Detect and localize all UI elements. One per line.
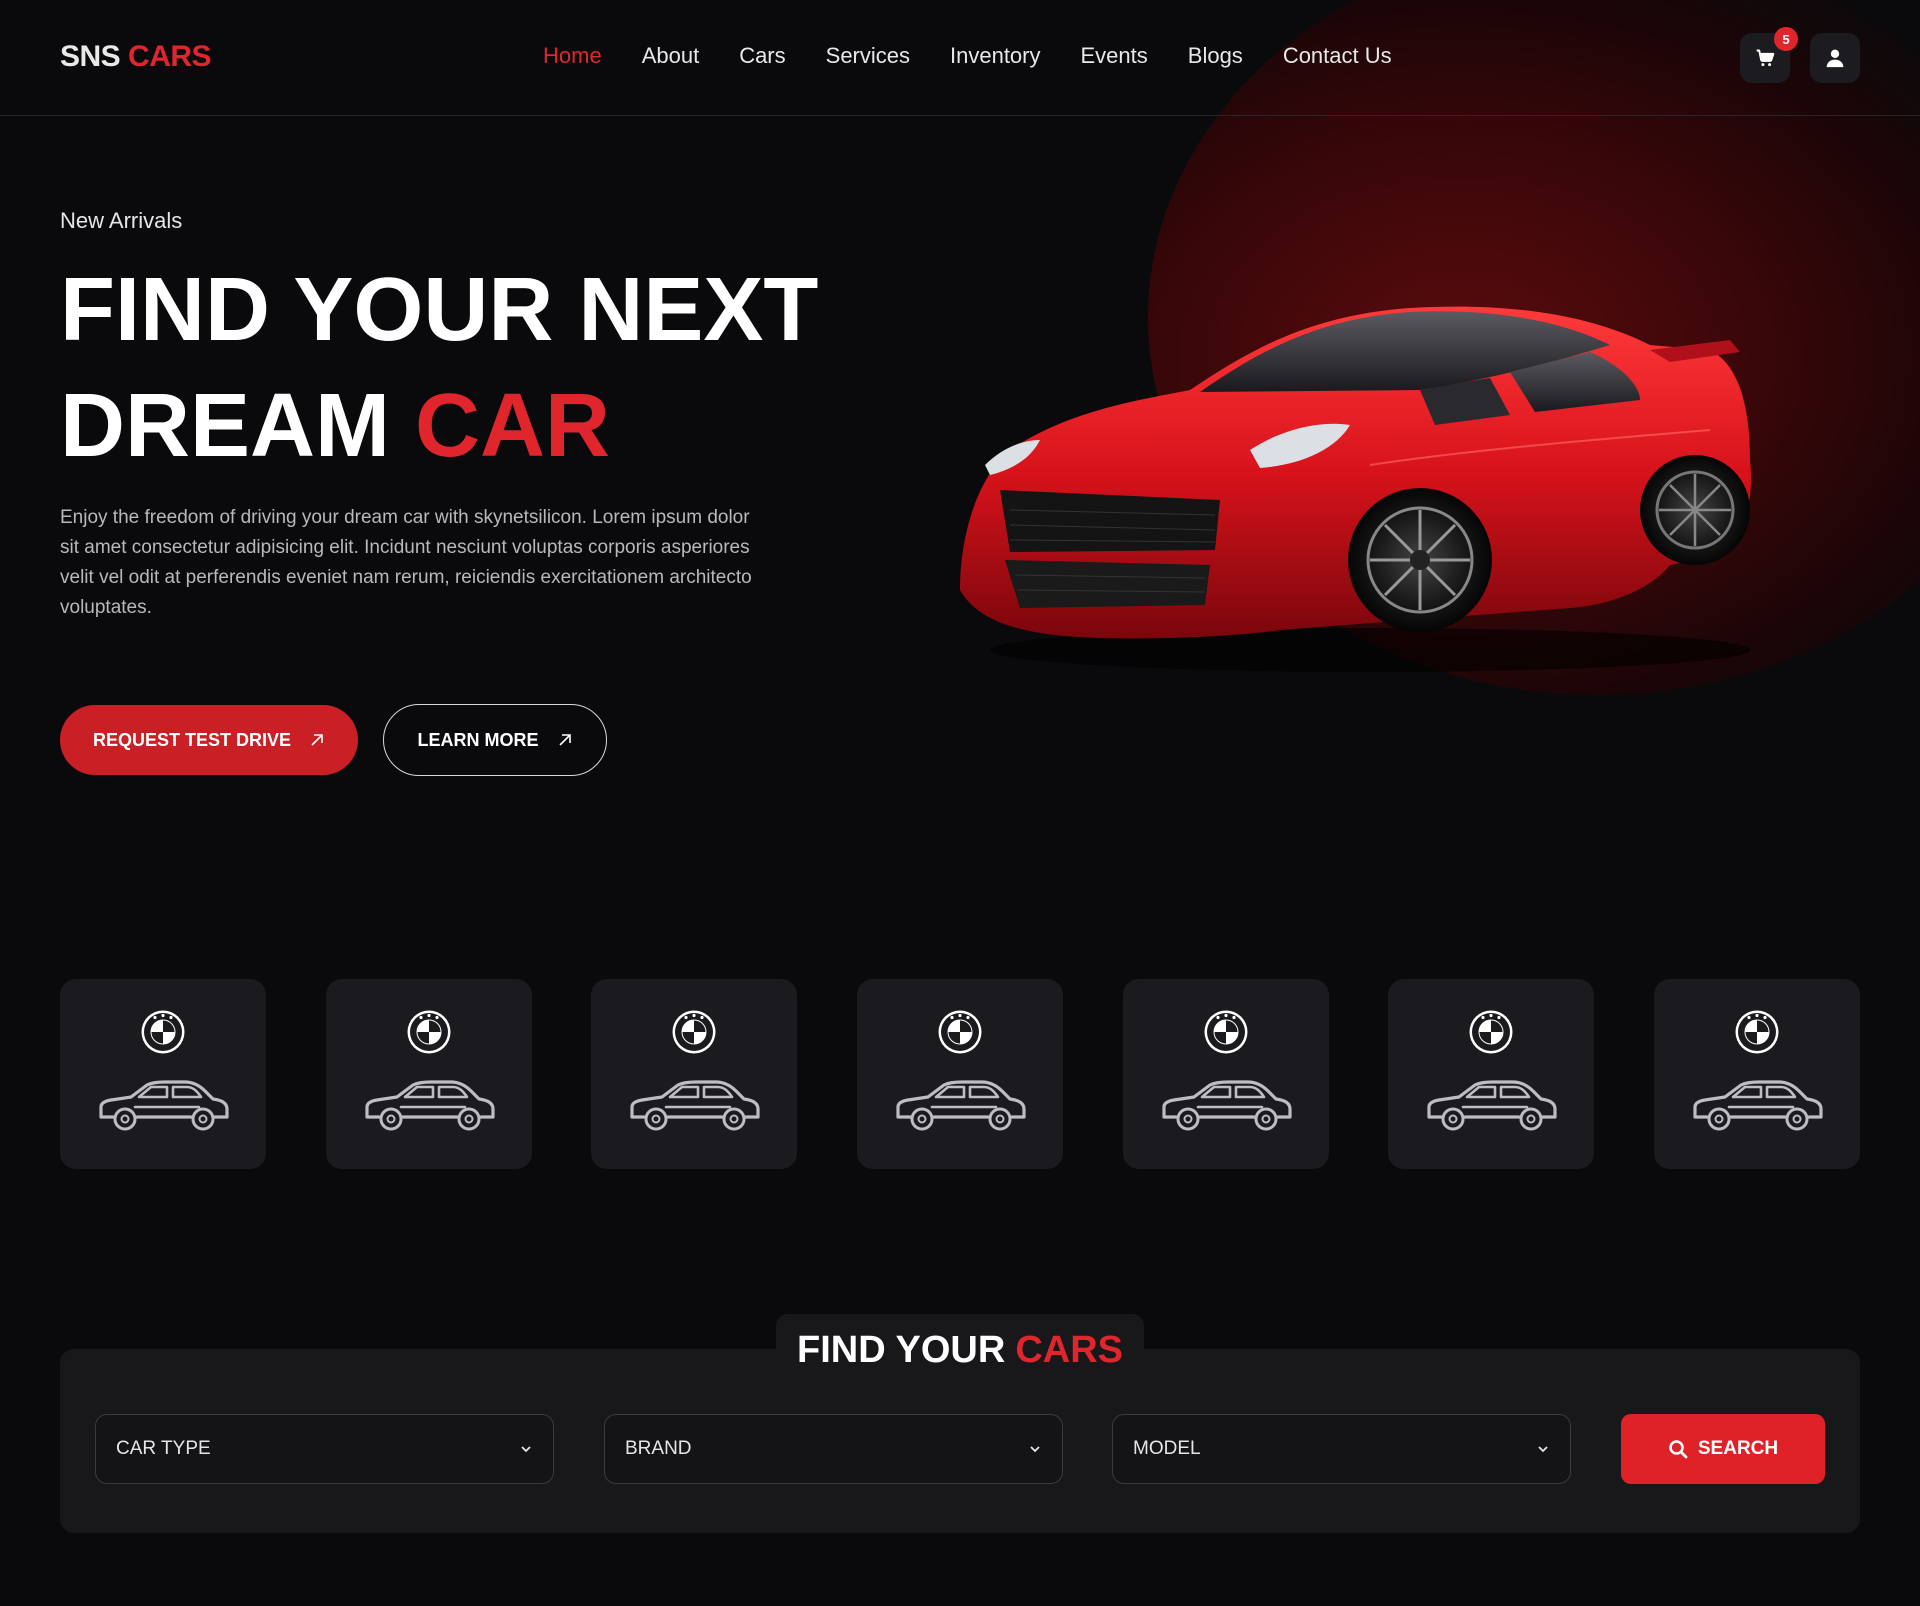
sedan-icon (365, 1080, 495, 1131)
car-type-select[interactable]: CAR TYPE (95, 1414, 554, 1484)
brand-card[interactable] (1653, 979, 1860, 1169)
chevron-down-icon (1538, 1446, 1548, 1453)
search-button-label: SEARCH (1697, 1438, 1779, 1459)
nav-item-events[interactable]: Events (1081, 43, 1148, 69)
sedan-icon (1693, 1080, 1823, 1131)
model-select-label: MODEL (1133, 1438, 1201, 1459)
model-select[interactable]: MODEL (1112, 1414, 1571, 1484)
bmw-logo-icon (407, 1010, 451, 1054)
hero-title-line2-accent: CAR (415, 376, 611, 476)
nav-item-services[interactable]: Services (826, 43, 910, 69)
user-icon (1826, 49, 1844, 68)
bmw-logo-icon (1469, 1010, 1513, 1054)
find-cars-title: FIND YOUR CARS (776, 1314, 1144, 1386)
learn-more-button[interactable]: LEARN MORE (383, 704, 607, 776)
page: SNS CARS Home About Cars Services Invent… (0, 0, 1920, 1606)
nav-item-contact-us[interactable]: Contact Us (1283, 43, 1392, 69)
brand-select-label: BRAND (625, 1438, 692, 1459)
brand-card[interactable] (1122, 979, 1329, 1169)
chevron-down-icon (1030, 1446, 1040, 1453)
bmw-logo-icon (672, 1010, 716, 1054)
hero-title-line1: FIND YOUR NEXT (60, 260, 819, 360)
main-nav: Home About Cars Services Inventory Event… (543, 43, 1432, 69)
hero-car-image (960, 306, 1751, 672)
sedan-icon (896, 1080, 1026, 1131)
find-cars-title-main: FIND YOUR (796, 1328, 1006, 1371)
arrow-up-right-icon (558, 734, 571, 746)
bmw-logo-icon (1204, 1010, 1248, 1054)
chevron-down-icon (521, 1446, 531, 1453)
find-cars-title-accent: CARS (1015, 1328, 1123, 1371)
sedan-icon (630, 1080, 760, 1131)
brand-cards-row (60, 979, 1860, 1169)
sedan-icon (99, 1080, 229, 1131)
nav-item-cars[interactable]: Cars (739, 43, 785, 69)
brand-card[interactable] (591, 979, 798, 1169)
brand-card[interactable] (856, 979, 1063, 1169)
cart-count-badge: 5 (1774, 27, 1798, 51)
user-account-button[interactable] (1810, 33, 1860, 83)
request-test-drive-label: REQUEST TEST DRIVE (92, 729, 292, 750)
hero-title-line2-main: DREAM (60, 376, 390, 476)
brand-card[interactable] (325, 979, 532, 1169)
nav-item-about[interactable]: About (642, 43, 700, 69)
bmw-logo-icon (938, 1010, 982, 1054)
logo-main-text: SNS (60, 40, 121, 73)
bmw-logo-icon (141, 1010, 185, 1054)
site-logo[interactable]: SNS CARS (60, 40, 212, 74)
bmw-logo-icon (1735, 1010, 1779, 1054)
search-button[interactable]: SEARCH (1621, 1414, 1825, 1484)
hero-description: Enjoy the freedom of driving your dream … (60, 507, 752, 618)
brand-card[interactable] (60, 979, 266, 1169)
hero-eyebrow: New Arrivals (60, 208, 183, 233)
hero-title: FIND YOUR NEXT DREAM CAR (60, 252, 818, 484)
nav-item-blogs[interactable]: Blogs (1188, 43, 1243, 69)
logo-accent-text: CARS (128, 40, 212, 73)
sedan-icon (1427, 1080, 1557, 1131)
car-type-select-label: CAR TYPE (116, 1438, 211, 1459)
search-icon (1669, 1440, 1688, 1459)
nav-item-home[interactable]: Home (543, 43, 602, 69)
arrow-up-right-icon (311, 734, 323, 746)
brand-select[interactable]: BRAND (604, 1414, 1063, 1484)
nav-item-inventory[interactable]: Inventory (950, 43, 1041, 69)
site-header: SNS CARS Home About Cars Services Invent… (0, 0, 1920, 116)
sedan-icon (1162, 1080, 1292, 1131)
cart-button[interactable]: 5 (1740, 27, 1798, 83)
brand-card[interactable] (1388, 979, 1595, 1169)
request-test-drive-button[interactable]: REQUEST TEST DRIVE (60, 705, 358, 775)
learn-more-label: LEARN MORE (417, 729, 539, 750)
cart-icon (1756, 49, 1775, 67)
